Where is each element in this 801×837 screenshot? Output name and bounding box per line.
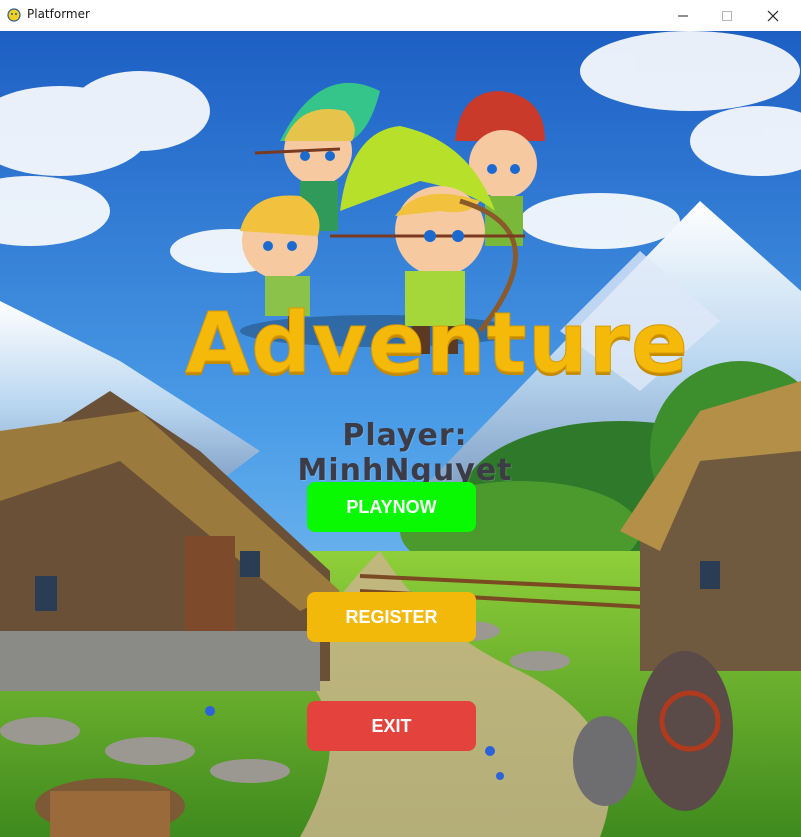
play-now-button[interactable]: PLAYNOW	[307, 482, 476, 532]
player-name-label: Player: MinhNguyet	[297, 418, 513, 488]
close-icon	[767, 10, 779, 22]
minimize-icon	[678, 15, 688, 17]
maximize-icon	[722, 11, 732, 21]
minimize-button[interactable]	[660, 0, 706, 31]
window-title: Platformer	[27, 7, 90, 21]
title-bar[interactable]: Platformer	[0, 0, 801, 32]
maximize-button[interactable]	[704, 0, 750, 31]
exit-button[interactable]: EXIT	[307, 701, 476, 751]
game-canvas[interactable]: Adventure Player: MinhNguyet PLAYNOW REG…	[0, 31, 801, 837]
app-window: Platformer Adventure Player: MinhNguyet …	[0, 0, 801, 837]
close-button[interactable]	[750, 0, 796, 31]
pygame-snake-icon	[7, 8, 21, 22]
game-title: Adventure	[185, 294, 690, 392]
register-button[interactable]: REGISTER	[307, 592, 476, 642]
